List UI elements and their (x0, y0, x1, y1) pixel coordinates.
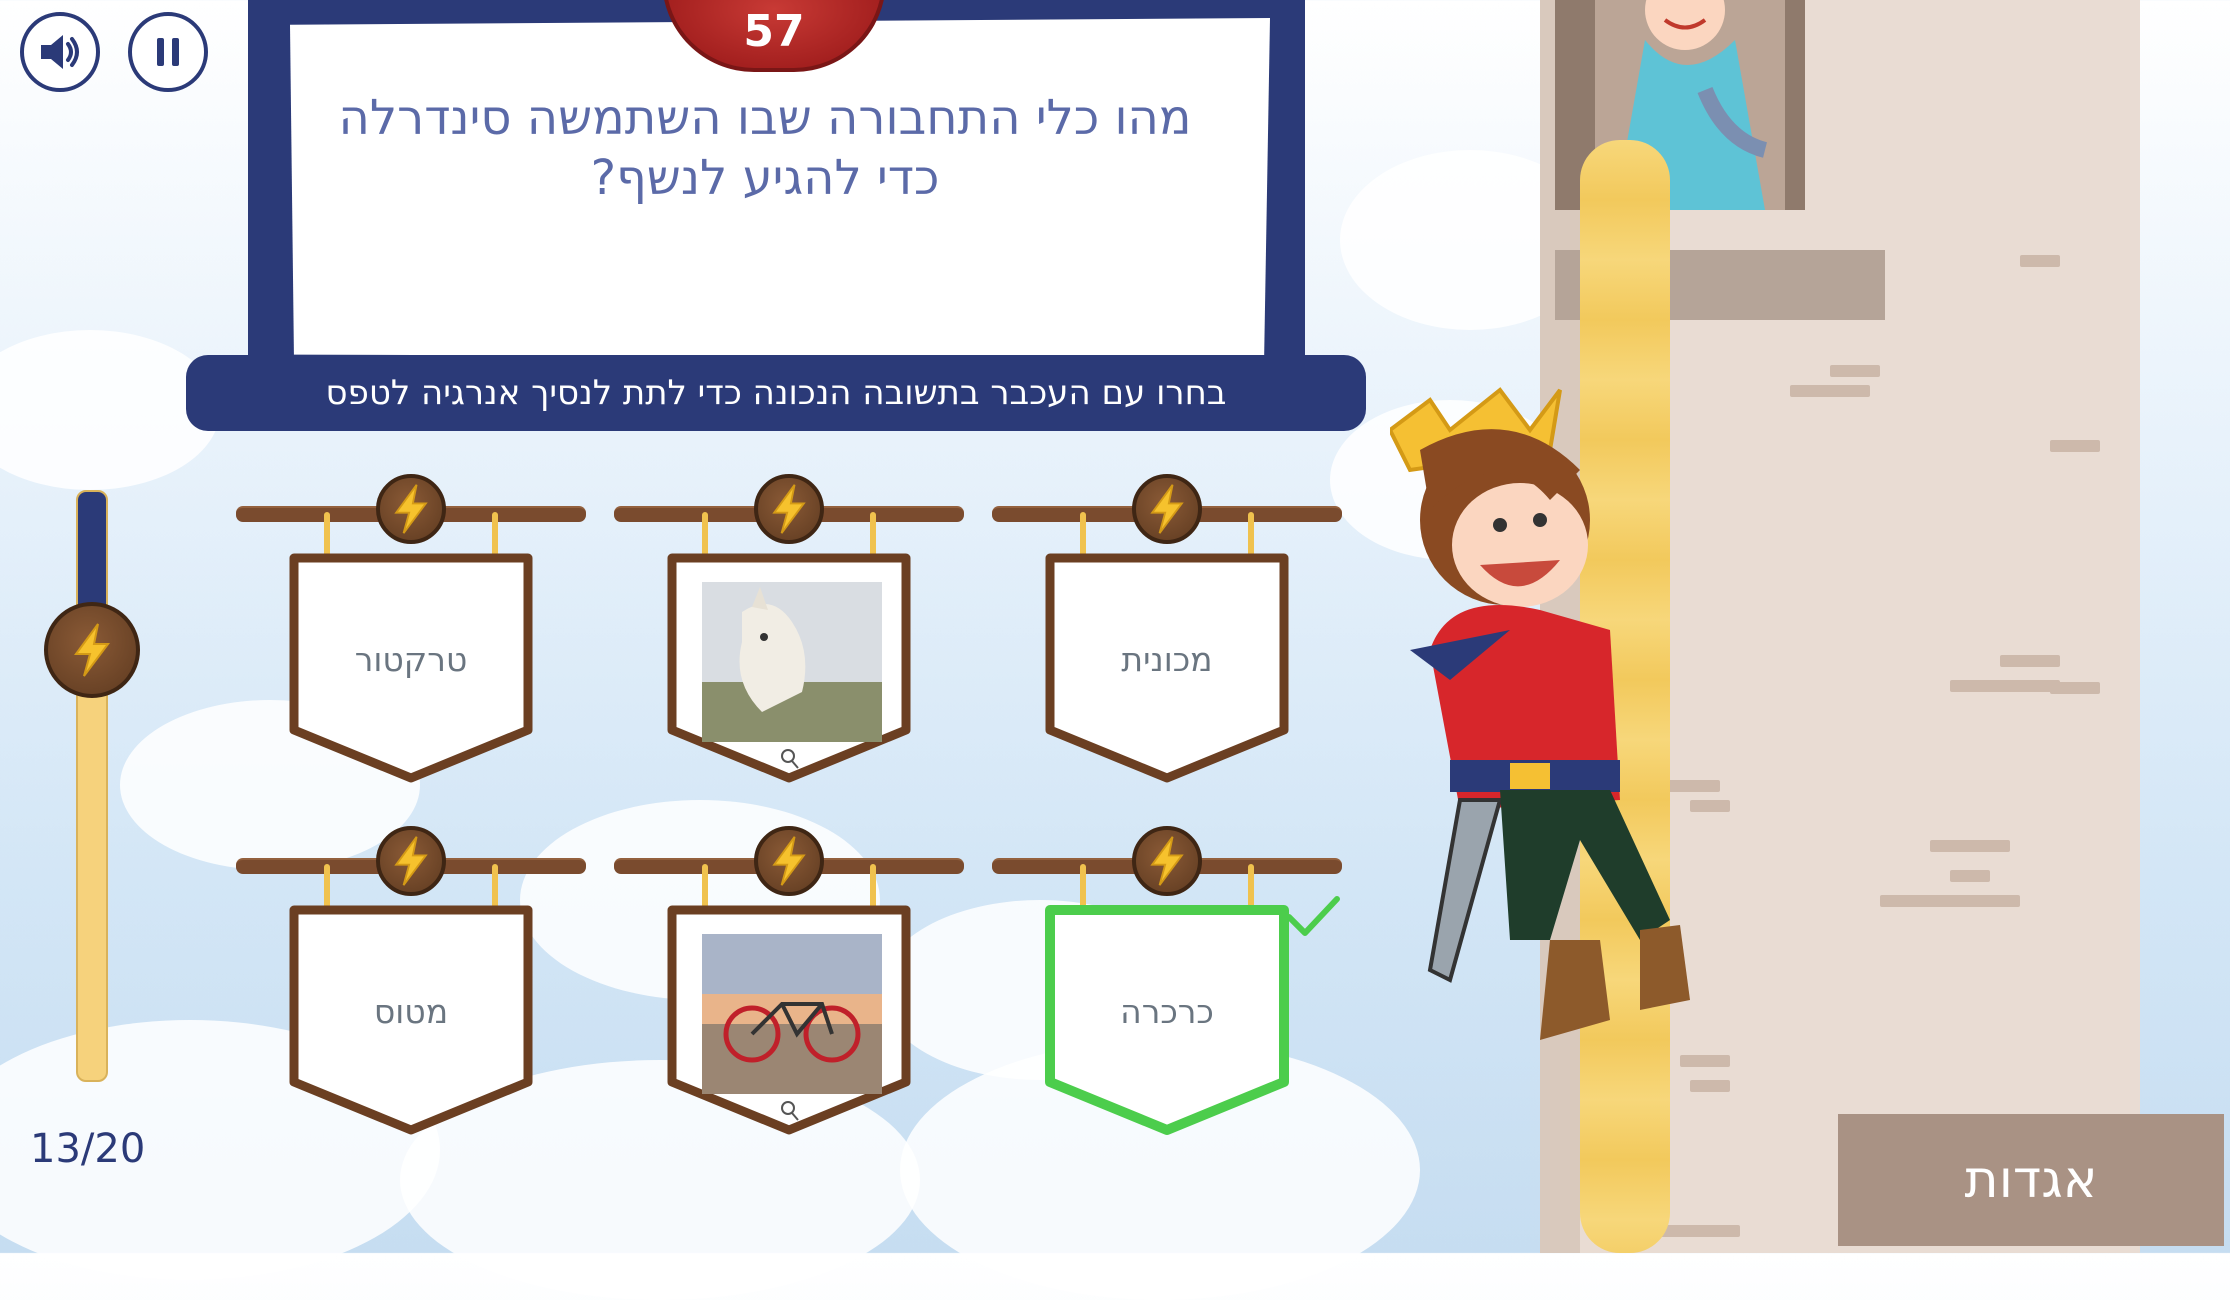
energy-meter (76, 490, 108, 1082)
answer-image (702, 934, 882, 1094)
answer-card-carriage[interactable]: כרכרה (992, 822, 1342, 1135)
brick (1880, 895, 2020, 907)
brick (2050, 682, 2100, 694)
answer-label: כרכרה (1120, 992, 1214, 1031)
question-counter: 13/20 (30, 1126, 146, 1172)
pause-button[interactable] (128, 12, 208, 92)
answer-card-horse[interactable] (614, 470, 964, 783)
category-button[interactable]: אגדות (1838, 1114, 2224, 1246)
lightning-icon (74, 623, 110, 677)
brick (1660, 1225, 1740, 1237)
horse-image (702, 582, 882, 742)
brick (1950, 680, 2060, 692)
answer-image (702, 582, 882, 742)
answer-label: מכונית (1121, 640, 1213, 679)
energy-badge (754, 474, 824, 544)
lightning-icon (1150, 484, 1184, 534)
brick (2020, 255, 2060, 267)
game-scene: מהו כלי התחבורה שבו השתמשה סינדרלה כדי ל… (0, 0, 2230, 1300)
pause-icon (157, 38, 179, 66)
energy-badge (376, 826, 446, 896)
brick (1950, 870, 1990, 882)
answer-card-plane[interactable]: מטוס (236, 822, 586, 1135)
magnifier-icon[interactable] (780, 1100, 800, 1122)
answer-label: טרקטור (354, 640, 468, 679)
brick (2000, 655, 2060, 667)
answer-card-bicycle[interactable] (614, 822, 964, 1135)
energy-badge (376, 474, 446, 544)
magnifier-icon[interactable] (780, 748, 800, 770)
energy-badge (1132, 826, 1202, 896)
speaker-icon (41, 35, 79, 69)
lightning-icon (1150, 836, 1184, 886)
lightning-icon (772, 836, 806, 886)
instruction-banner: בחרו עם העכבר בתשובה הנכונה כדי לתת לנסי… (186, 355, 1366, 431)
checkmark-icon (1286, 896, 1340, 936)
answer-label: מטוס (373, 992, 449, 1031)
brick (1930, 840, 2010, 852)
energy-badge (1132, 474, 1202, 544)
brick (1830, 365, 1880, 377)
lightning-icon (394, 836, 428, 886)
bicycle-image (702, 934, 882, 1094)
sound-button[interactable] (20, 12, 100, 92)
question-text: מהו כלי התחבורה שבו השתמשה סינדרלה כדי ל… (338, 90, 1192, 206)
energy-badge (754, 826, 824, 896)
energy-level-badge (44, 601, 140, 698)
answer-card-tractor[interactable]: טרקטור (236, 470, 586, 783)
lightning-icon (394, 484, 428, 534)
prince-illustration (1390, 387, 1690, 1040)
lightning-icon (772, 484, 806, 534)
answer-card-car[interactable]: מכונית (992, 470, 1342, 783)
brick (1790, 385, 1870, 397)
brick (2050, 440, 2100, 452)
